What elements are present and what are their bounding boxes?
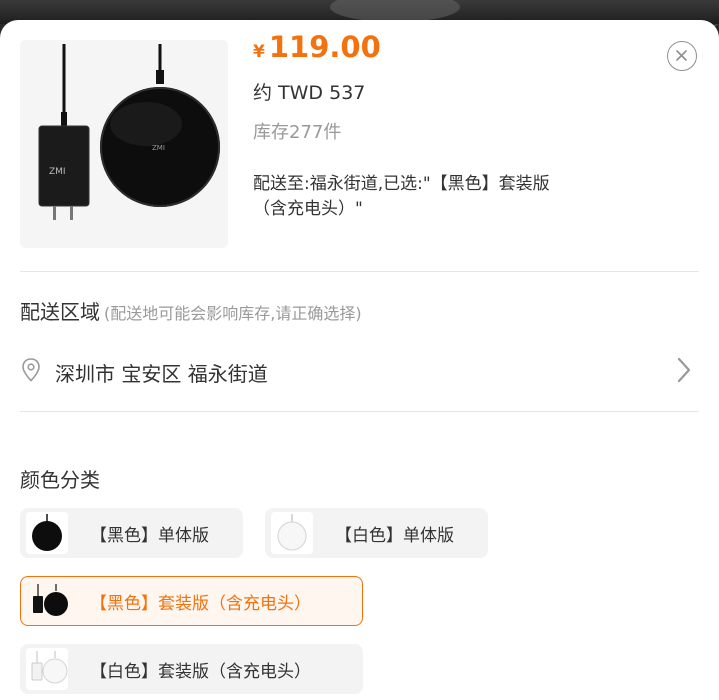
- option-thumbnail: [27, 581, 69, 623]
- option-label: 【黑色】套装版（含充电头）: [90, 594, 311, 614]
- svg-text:ZMI: ZMI: [49, 167, 66, 177]
- svg-text:ZMI: ZMI: [152, 144, 165, 152]
- option-label: 【白色】套装版（含充电头）: [90, 662, 311, 682]
- product-image: ZMI ZMI: [20, 40, 228, 248]
- price-value: 119.00: [268, 30, 381, 64]
- delivery-summary-line1: 配送至:福永街道,已选:"【黑色】套装版: [253, 174, 550, 194]
- close-icon: [676, 50, 687, 61]
- option-white-set[interactable]: 【白色】套装版（含充电头）: [20, 644, 363, 694]
- region-hint: (配送地可能会影响库存,请正确选择): [104, 304, 362, 323]
- option-thumbnail: [271, 512, 313, 554]
- address-selector[interactable]: 深圳市 宝安区 福永街道: [0, 346, 719, 402]
- black-charger-set-thumbnail: [33, 584, 68, 616]
- option-white-single[interactable]: 【白色】单体版: [265, 508, 488, 558]
- wireless-charger-image: ZMI ZMI: [20, 40, 228, 248]
- currency-symbol: ¥: [253, 42, 265, 62]
- option-label: 【白色】单体版: [335, 526, 454, 546]
- divider: [20, 271, 699, 272]
- chevron-right-icon: [677, 357, 691, 383]
- color-section-title: 颜色分类: [20, 468, 100, 492]
- option-label: 【黑色】单体版: [90, 526, 209, 546]
- black-charger-thumbnail: [26, 512, 68, 554]
- delivery-summary: 配送至:福永街道,已选:"【黑色】套装版 （含充电头）": [253, 172, 633, 222]
- option-thumbnail: [26, 512, 68, 554]
- price: ¥119.00: [253, 30, 381, 64]
- option-black-single[interactable]: 【黑色】单体版: [20, 508, 243, 558]
- address-text: 深圳市 宝安区 福永街道: [55, 362, 268, 386]
- delivery-summary-line2: （含充电头）": [253, 199, 363, 219]
- background-blur: [330, 0, 460, 22]
- white-charger-thumbnail: [271, 512, 313, 554]
- location-pin-icon: [22, 358, 40, 382]
- divider: [20, 411, 699, 412]
- approx-price: 约 TWD 537: [253, 82, 366, 104]
- stock-count: 库存277件: [253, 122, 342, 143]
- close-button[interactable]: [667, 41, 697, 71]
- sku-selection-sheet: ZMI ZMI ¥119.00 约 TWD 537 库存277件 配送至:福永街…: [0, 20, 719, 700]
- option-black-set[interactable]: 【黑色】套装版（含充电头）: [20, 576, 363, 626]
- region-title: 配送区域: [20, 300, 100, 324]
- region-section-title: 配送区域 (配送地可能会影响库存,请正确选择): [20, 296, 362, 325]
